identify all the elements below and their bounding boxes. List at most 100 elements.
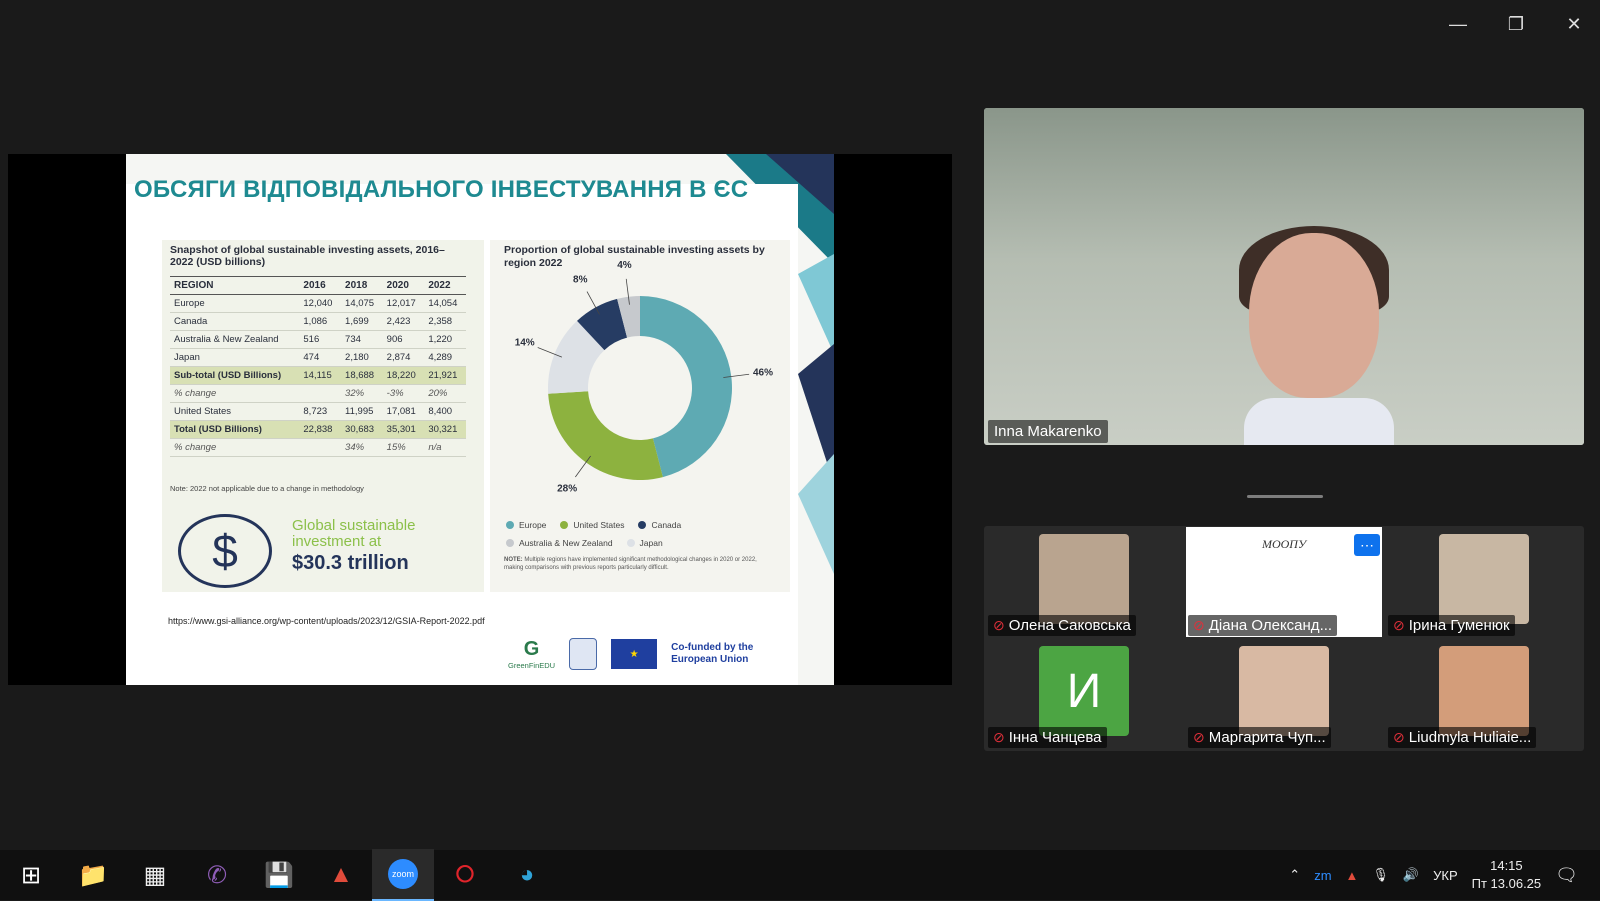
media-app-icon[interactable]: ▲ <box>310 850 372 900</box>
eu-flag-icon: ★ <box>611 639 658 669</box>
table-row: % change 32% -3% 20% <box>170 384 466 403</box>
legend-item: Japan <box>626 538 663 548</box>
save-disk-icon[interactable]: 💾 <box>248 850 310 900</box>
region-cell: Europe <box>170 294 300 313</box>
value-cell: 21,921 <box>424 366 466 385</box>
invest-amount: $30.3 trillion <box>292 552 409 574</box>
legend-swatch <box>626 539 635 547</box>
value-cell: 17,081 <box>382 402 425 421</box>
clock-date: Пт 13.06.25 <box>1471 876 1542 891</box>
participant-tile[interactable]: ⊘ Liudmyla Huliaie... <box>1384 638 1584 750</box>
value-cell: 906 <box>382 330 425 349</box>
speaker-name: Inna Makarenko <box>988 420 1108 443</box>
zoom-tray-icon[interactable]: zm <box>1314 868 1331 883</box>
value-cell: 22,838 <box>299 420 342 439</box>
clock-time: 14:15 <box>1490 858 1523 873</box>
participant-name-tag: ⊘ Маргарита Чуп... <box>1188 727 1331 748</box>
participant-tile[interactable]: МООПУ ⋯ ⊘ Діана Олександ... <box>1184 526 1384 638</box>
participant-tile[interactable]: ⊘ Олена Саковська <box>984 526 1184 638</box>
value-cell: 14,075 <box>341 294 383 313</box>
participant-name: Ірина Гуменюк <box>1408 617 1510 634</box>
speaker-video[interactable]: Inna Makarenko <box>984 108 1584 445</box>
clock[interactable]: 14:15 Пт 13.06.25 <box>1472 857 1542 893</box>
chevron-up-icon[interactable]: ⌃ <box>1289 867 1300 883</box>
participant-name-tag: ⊘ Олена Саковська <box>988 615 1136 636</box>
value-cell: 18,220 <box>382 366 425 385</box>
invest-text: Global sustainable investment at <box>292 517 416 550</box>
participant-name: Маргарита Чуп... <box>1208 729 1326 746</box>
table-header-cell: REGION <box>170 276 300 295</box>
participant-name-tag: ⊘ Ірина Гуменюк <box>1388 615 1515 636</box>
dollar-icon: $ <box>178 514 272 588</box>
participant-tile[interactable]: ⊘ Ірина Гуменюк <box>1384 526 1584 638</box>
value-cell: 14,115 <box>299 366 342 385</box>
legend-label: Europe <box>519 520 547 530</box>
value-cell: 30,683 <box>341 420 383 439</box>
value-cell: 15% <box>382 438 425 457</box>
eu-cofunded-text: Co-funded by the European Union <box>671 642 754 665</box>
table-row: Total (USD Billions) 22,838 30,683 35,301 30… <box>170 420 466 439</box>
slide-title: ОБСЯГИ ВІДПОВІДАЛЬНОГО ІНВЕСТУВАННЯ В ЄС <box>134 176 749 203</box>
participant-tile[interactable]: И ⊘ Інна Чанцева <box>984 638 1184 750</box>
table-row: United States 8,723 11,995 17,081 8,400 <box>170 402 466 421</box>
file-explorer-icon[interactable]: 📁 <box>62 850 124 900</box>
logos: G GreenFinEDU ★ Co-funded by the Europea… <box>508 638 781 670</box>
viber-icon[interactable]: ✆ <box>186 850 248 900</box>
value-cell: n/a <box>424 438 466 457</box>
volume-icon[interactable]: 🔊 <box>1403 867 1419 883</box>
pie-note-label: NOTE: <box>504 557 523 563</box>
mic-muted-icon: ⊘ <box>993 729 1005 745</box>
region-cell: Total (USD Billions) <box>170 420 300 439</box>
greenfinedu-logo: G GreenFinEDU <box>508 638 555 670</box>
language-indicator[interactable]: УКР <box>1433 868 1458 883</box>
value-cell: 34% <box>341 438 383 457</box>
pie-panel: Proportion of global sustainable investi… <box>490 240 790 592</box>
mic-muted-icon: ⊘ <box>1393 729 1405 745</box>
participant-name: Інна Чанцева <box>1008 729 1102 746</box>
value-cell: 4,289 <box>424 348 466 367</box>
speaker-face <box>1249 233 1379 398</box>
participant-name: Liudmyla Huliaie... <box>1408 729 1532 746</box>
presentation-slide: ОБСЯГИ ВІДПОВІДАЛЬНОГО ІНВЕСТУВАННЯ В ЄС… <box>126 154 834 685</box>
calculator-icon[interactable]: ▦ <box>124 850 186 900</box>
value-cell: 11,995 <box>341 402 383 421</box>
value-cell: 1,220 <box>424 330 466 349</box>
notifications-icon[interactable]: 🗨 <box>1555 865 1578 886</box>
mic-muted-icon: ⊘ <box>993 617 1005 633</box>
region-cell: Australia & New Zealand <box>170 330 300 349</box>
value-cell: 1,699 <box>341 312 383 331</box>
minimize-icon[interactable]: — <box>1446 12 1470 36</box>
region-cell: % change <box>170 438 300 457</box>
table-header-cell: 2018 <box>341 276 383 295</box>
pie-label: 4% <box>617 260 632 271</box>
participant-name-tag: ⊘ Liudmyla Huliaie... <box>1388 727 1537 748</box>
edge-icon[interactable]: ◕ <box>496 850 558 900</box>
network-tray-icon[interactable]: ▲ <box>1346 868 1359 883</box>
value-cell: 12,040 <box>299 294 342 313</box>
value-cell: 2,358 <box>424 312 466 331</box>
value-cell: 8,400 <box>424 402 466 421</box>
zoom-icon[interactable]: zoom <box>372 849 434 901</box>
more-options-icon[interactable]: ⋯ <box>1354 534 1380 556</box>
value-cell: 474 <box>299 348 342 367</box>
gallery-resize-handle[interactable] <box>1247 495 1323 498</box>
pie-label: 8% <box>573 274 588 285</box>
source-url: https://www.gsi-alliance.org/wp-content/… <box>168 616 485 626</box>
table-title: Snapshot of global sustainable investing… <box>170 244 445 268</box>
table-header-cell: 2022 <box>424 276 466 295</box>
value-cell: 30,321 <box>424 420 466 439</box>
taskbar: ⊞ 📁 ▦ ✆ 💾 ▲ zoom ⭘ ◕ ⌃ zm ▲ 🎙 🔊 УКР 14:1… <box>0 849 1600 901</box>
participant-tile[interactable]: ⊘ Маргарита Чуп... <box>1184 638 1384 750</box>
assets-table: REGION 2016 2018 2020 2022 Europe 12,040 14,07… <box>170 276 466 457</box>
legend-label: Canada <box>651 520 682 530</box>
close-icon[interactable]: ✕ <box>1562 12 1586 36</box>
participant-photo <box>1039 534 1129 624</box>
participant-name: Олена Саковська <box>1008 617 1131 634</box>
table-note: Note: 2022 not applicable due to a chang… <box>170 484 364 493</box>
restore-icon[interactable]: ❐ <box>1504 12 1528 36</box>
windows-start-icon[interactable]: ⊞ <box>0 850 62 900</box>
microphone-icon[interactable]: 🎙 <box>1372 867 1389 883</box>
greenfinedu-mark: G <box>523 638 540 660</box>
participant-photo <box>1439 534 1529 624</box>
opera-icon[interactable]: ⭘ <box>434 850 496 900</box>
